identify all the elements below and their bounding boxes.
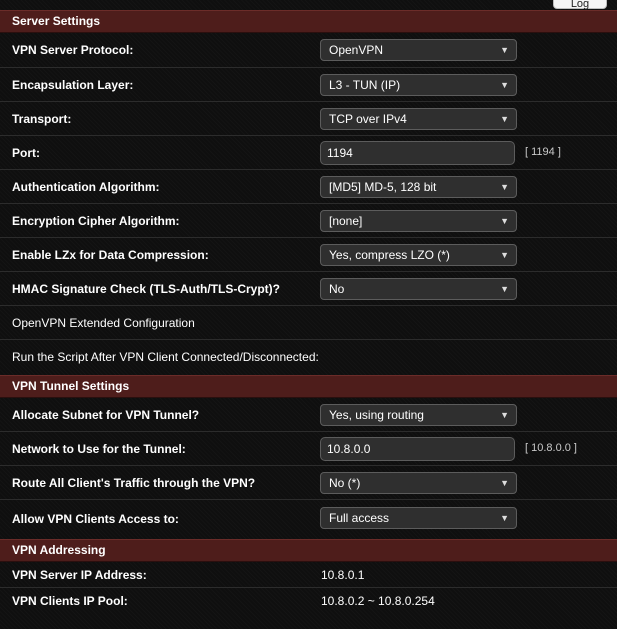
- client-access-value: Full access: [329, 511, 390, 525]
- chevron-down-icon: ▼: [500, 182, 509, 192]
- allocate-subnet-label: Allocate Subnet for VPN Tunnel?: [12, 407, 200, 422]
- section-header-vpn-tunnel-settings: VPN Tunnel Settings: [0, 375, 617, 398]
- tunnel-network-label: Network to Use for the Tunnel:: [12, 441, 186, 456]
- lzx-compression-value: Yes, compress LZO (*): [329, 248, 450, 262]
- section-header-server-settings: Server Settings: [0, 10, 617, 33]
- row-lzx-compression: Enable LZx for Data Compression: Yes, co…: [0, 238, 617, 272]
- route-all-traffic-label: Route All Client's Traffic through the V…: [12, 475, 256, 490]
- openvpn-extended-config-label: OpenVPN Extended Configuration: [12, 315, 195, 330]
- encryption-cipher-select[interactable]: [none] ▼: [320, 210, 517, 232]
- row-port: Port: 1194 [ 1194 ]: [0, 136, 617, 170]
- chevron-down-icon: ▼: [500, 216, 509, 226]
- vpn-server-protocol-select[interactable]: OpenVPN ▼: [320, 39, 517, 61]
- row-encapsulation-layer: Encapsulation Layer: L3 - TUN (IP) ▼: [0, 68, 617, 102]
- server-ip-label: VPN Server IP Address:: [12, 567, 147, 582]
- log-button[interactable]: Log: [553, 0, 607, 10]
- hmac-signature-check-label: HMAC Signature Check (TLS-Auth/TLS-Crypt…: [12, 281, 280, 296]
- chevron-down-icon: ▼: [500, 478, 509, 488]
- row-server-ip: VPN Server IP Address: 10.8.0.1: [0, 562, 617, 588]
- authentication-algorithm-select[interactable]: [MD5] MD-5, 128 bit ▼: [320, 176, 517, 198]
- lzx-compression-label: Enable LZx for Data Compression:: [12, 247, 209, 262]
- authentication-algorithm-value: [MD5] MD-5, 128 bit: [329, 180, 437, 194]
- chevron-down-icon: ▼: [500, 410, 509, 420]
- section-header-vpn-addressing: VPN Addressing: [0, 539, 617, 562]
- allocate-subnet-value: Yes, using routing: [329, 408, 424, 422]
- chevron-down-icon: ▼: [500, 80, 509, 90]
- client-access-select[interactable]: Full access ▼: [320, 507, 517, 529]
- row-route-all-traffic: Route All Client's Traffic through the V…: [0, 466, 617, 500]
- row-encryption-cipher: Encryption Cipher Algorithm: [none] ▼: [0, 204, 617, 238]
- encapsulation-layer-select[interactable]: L3 - TUN (IP) ▼: [320, 74, 517, 96]
- tunnel-network-input[interactable]: 10.8.0.0: [320, 437, 515, 461]
- client-access-label: Allow VPN Clients Access to:: [12, 512, 179, 526]
- chevron-down-icon: ▼: [500, 513, 509, 523]
- route-all-traffic-select[interactable]: No (*) ▼: [320, 472, 517, 494]
- hmac-signature-check-select[interactable]: No ▼: [320, 278, 517, 300]
- port-default-hint: [ 1194 ]: [525, 146, 561, 158]
- row-client-ip-pool: VPN Clients IP Pool: 10.8.0.2 ~ 10.8.0.2…: [0, 588, 617, 614]
- allocate-subnet-select[interactable]: Yes, using routing ▼: [320, 404, 517, 426]
- chevron-down-icon: ▼: [500, 45, 509, 55]
- hmac-signature-check-value: No: [329, 282, 345, 296]
- chevron-down-icon: ▼: [500, 250, 509, 260]
- encapsulation-layer-label: Encapsulation Layer:: [12, 77, 134, 92]
- vpn-server-protocol-value: OpenVPN: [329, 43, 384, 57]
- encryption-cipher-label: Encryption Cipher Algorithm:: [12, 213, 180, 228]
- lzx-compression-select[interactable]: Yes, compress LZO (*) ▼: [320, 244, 517, 266]
- tunnel-network-default-hint: [ 10.8.0.0 ]: [525, 442, 577, 454]
- chevron-down-icon: ▼: [500, 114, 509, 124]
- row-tunnel-network: Network to Use for the Tunnel: 10.8.0.0 …: [0, 432, 617, 466]
- route-all-traffic-value: No (*): [329, 476, 361, 490]
- row-authentication-algorithm: Authentication Algorithm: [MD5] MD-5, 12…: [0, 170, 617, 204]
- client-ip-pool-value: 10.8.0.2 ~ 10.8.0.254: [321, 594, 435, 608]
- row-client-access: Allow VPN Clients Access to: Full access…: [0, 500, 617, 538]
- row-openvpn-extended-config: OpenVPN Extended Configuration: [0, 306, 617, 340]
- row-hmac-signature-check: HMAC Signature Check (TLS-Auth/TLS-Crypt…: [0, 272, 617, 306]
- run-script-label: Run the Script After VPN Client Connecte…: [12, 350, 319, 364]
- vpn-server-protocol-label: VPN Server Protocol:: [12, 43, 134, 57]
- transport-select[interactable]: TCP over IPv4 ▼: [320, 108, 517, 130]
- encryption-cipher-value: [none]: [329, 214, 363, 228]
- row-transport: Transport: TCP over IPv4 ▼: [0, 102, 617, 136]
- transport-value: TCP over IPv4: [329, 112, 407, 126]
- port-input[interactable]: 1194: [320, 141, 515, 165]
- row-run-script: Run the Script After VPN Client Connecte…: [0, 340, 617, 374]
- transport-label: Transport:: [12, 111, 72, 126]
- chevron-down-icon: ▼: [500, 284, 509, 294]
- row-allocate-subnet: Allocate Subnet for VPN Tunnel? Yes, usi…: [0, 398, 617, 432]
- encapsulation-layer-value: L3 - TUN (IP): [329, 78, 401, 92]
- client-ip-pool-label: VPN Clients IP Pool:: [12, 594, 128, 608]
- port-label: Port:: [12, 145, 40, 160]
- row-vpn-server-protocol: VPN Server Protocol: OpenVPN ▼: [0, 33, 617, 68]
- authentication-algorithm-label: Authentication Algorithm:: [12, 179, 160, 194]
- server-ip-value: 10.8.0.1: [321, 568, 365, 582]
